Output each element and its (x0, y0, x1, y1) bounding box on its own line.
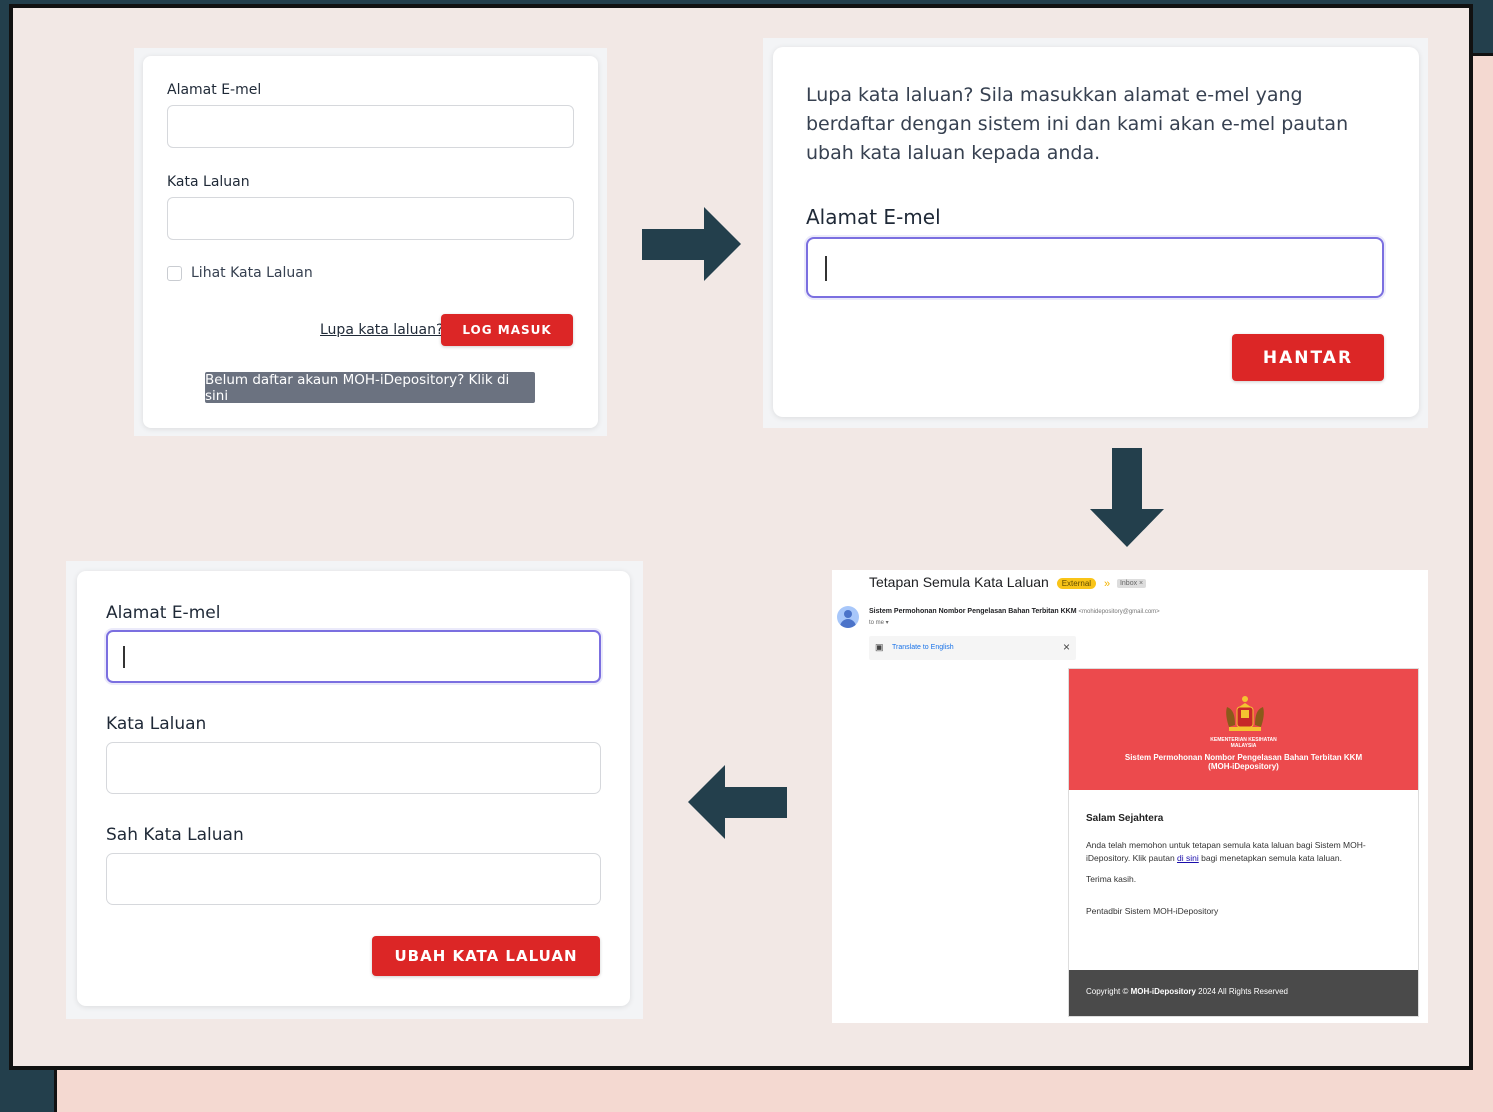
login-screenshot: Alamat E-mel Kata Laluan Lihat Kata Lalu… (134, 48, 607, 436)
close-icon[interactable]: × (1063, 640, 1070, 654)
email-field[interactable] (806, 237, 1384, 298)
email-content: KEMENTERIAN KESIHATAN MALAYSIA Sistem Pe… (1068, 668, 1419, 1017)
recipient-dropdown[interactable]: to me ▾ (869, 619, 889, 626)
email-field[interactable] (106, 630, 601, 683)
email-signoff: Pentadbir Sistem MOH-iDepository (1086, 906, 1219, 916)
email-body-text-a: iDepository. Klik pautan (1086, 853, 1178, 863)
copyright-brand: MOH-iDepository (1130, 987, 1196, 996)
confirm-password-field[interactable] (106, 853, 601, 905)
forgot-password-screenshot: Lupa kata laluan? Sila masukkan alamat e… (763, 38, 1428, 428)
change-password-button[interactable]: UBAH KATA LALUAN (372, 936, 600, 976)
forgot-password-card: Lupa kata laluan? Sila masukkan alamat e… (773, 47, 1419, 417)
email-field[interactable] (167, 105, 574, 148)
password-label: Kata Laluan (167, 174, 250, 190)
text-caret (123, 646, 125, 668)
reset-link[interactable]: di sini (1177, 853, 1199, 863)
translate-icon: ▣ (875, 642, 884, 652)
login-card: Alamat E-mel Kata Laluan Lihat Kata Lalu… (143, 56, 598, 428)
email-body: Anda telah memohon untuk tetapan semula … (1086, 839, 1411, 865)
email-body-line-1: Anda telah memohon untuk tetapan semula … (1086, 840, 1366, 850)
chevron-double-icon: » (1103, 578, 1111, 590)
email-footer: Copyright © MOH-iDepository 2024 All Rig… (1069, 970, 1418, 1016)
register-button[interactable]: Belum daftar akaun MOH-iDepository? Klik… (205, 372, 535, 404)
reset-password-card: Alamat E-mel Kata Laluan Sah Kata Laluan… (77, 571, 630, 1006)
show-password-checkbox[interactable] (167, 266, 182, 281)
password-label: Kata Laluan (106, 714, 207, 734)
ministry-line-2: MALAYSIA (1230, 743, 1257, 749)
submit-button[interactable]: HANTAR (1232, 334, 1384, 381)
email-label: Alamat E-mel (806, 205, 941, 229)
login-button[interactable]: LOG MASUK (441, 314, 573, 346)
reset-password-screenshot: Alamat E-mel Kata Laluan Sah Kata Laluan… (66, 561, 643, 1019)
malaysia-crest-icon (1221, 695, 1269, 738)
confirm-password-label: Sah Kata Laluan (106, 825, 244, 845)
email-body-line-2: iDepository. Klik pautan di sini bagi me… (1086, 852, 1411, 865)
avatar-icon (837, 606, 859, 628)
inbox-badge[interactable]: Inbox × (1116, 578, 1147, 588)
text-caret (825, 256, 827, 281)
show-password-label: Lihat Kata Laluan (191, 265, 313, 281)
translate-link[interactable]: Translate to English (892, 644, 954, 651)
sender-name: Sistem Permohonan Nombor Pengelasan Baha… (869, 608, 1077, 615)
email-header-title-2: (MOH-iDepository) (1208, 762, 1279, 771)
email-label: Alamat E-mel (167, 82, 262, 98)
email-greeting: Salam Sejahtera (1086, 813, 1164, 824)
password-field[interactable] (167, 197, 574, 240)
forgot-password-link[interactable]: Lupa kata laluan? (320, 322, 443, 338)
external-badge: External (1056, 577, 1097, 589)
email-subject: Tetapan Semula Kata Laluan External » In… (869, 574, 1147, 590)
email-label: Alamat E-mel (106, 603, 221, 623)
reset-email-screenshot: Tetapan Semula Kata Laluan External » In… (832, 570, 1428, 1023)
email-body-text-b: bagi menetapkan semula kata laluan. (1198, 853, 1342, 863)
email-subject-text: Tetapan Semula Kata Laluan (869, 574, 1049, 590)
copyright-text: Copyright © MOH-iDepository 2024 All Rig… (1086, 987, 1288, 996)
arrow-down-icon (1089, 448, 1165, 548)
email-header: KEMENTERIAN KESIHATAN MALAYSIA Sistem Pe… (1069, 669, 1418, 790)
sender-line: Sistem Permohonan Nombor Pengelasan Baha… (869, 608, 1160, 615)
copyright-suffix: 2024 All Rights Reserved (1195, 987, 1288, 996)
forgot-intro-text: Lupa kata laluan? Sila masukkan alamat e… (806, 84, 1349, 164)
email-thanks: Terima kasih. (1086, 874, 1137, 884)
translate-bar: ▣ Translate to English × (869, 636, 1076, 660)
email-header-title-1: Sistem Permohonan Nombor Pengelasan Baha… (1124, 753, 1363, 762)
copyright-prefix: Copyright © (1086, 987, 1131, 996)
password-field[interactable] (106, 742, 601, 794)
arrow-left-icon (688, 765, 788, 840)
sender-address: <mohidepository@gmail.com> (1078, 609, 1160, 615)
arrow-right-icon (642, 207, 742, 282)
